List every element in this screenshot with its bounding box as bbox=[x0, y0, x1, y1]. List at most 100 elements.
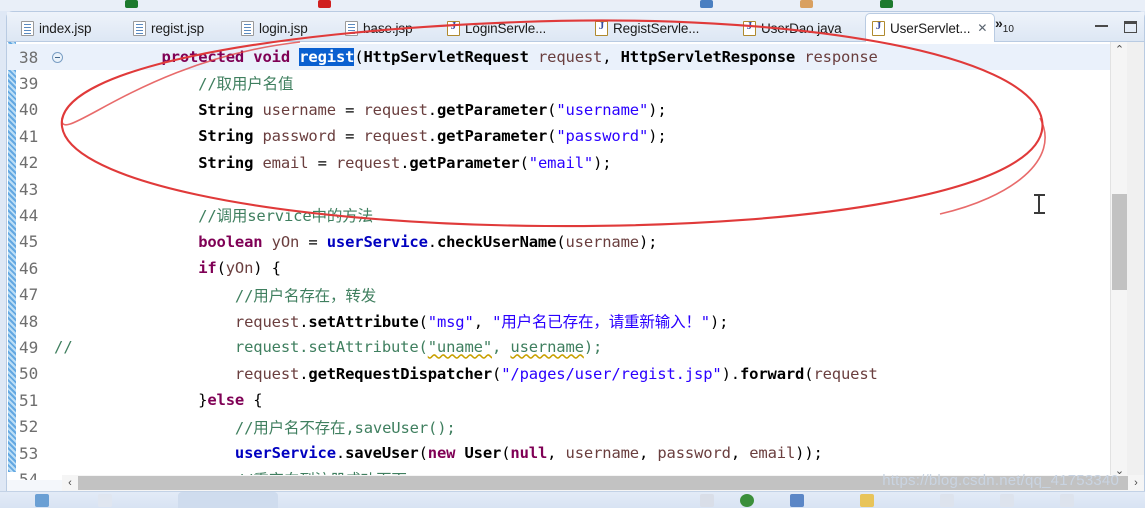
line-number: 46 bbox=[19, 258, 39, 278]
code-text: if(yOn) { bbox=[198, 259, 281, 278]
toolbar-icon[interactable] bbox=[880, 0, 893, 8]
minimize-icon[interactable] bbox=[1094, 21, 1109, 34]
tab-label: regist.jsp bbox=[151, 20, 205, 36]
chevron-double-right-icon: » bbox=[995, 15, 1003, 31]
line-number: 39 bbox=[19, 73, 39, 93]
code-editor[interactable]: 38 protected void regist(HttpServletRequ… bbox=[7, 42, 1144, 480]
code-line[interactable]: 39 //取用户名值 bbox=[7, 70, 1144, 96]
taskbar-icon[interactable] bbox=[860, 494, 874, 507]
scroll-left-icon[interactable]: ‹ bbox=[62, 475, 78, 491]
toolbar-icon[interactable] bbox=[125, 0, 138, 8]
tab-login-jsp[interactable]: login.jsp bbox=[235, 14, 315, 42]
tab-regist-jsp[interactable]: regist.jsp bbox=[127, 14, 211, 42]
taskbar-icon[interactable] bbox=[1000, 494, 1014, 507]
code-text: //用户名不存在,saveUser(); bbox=[88, 418, 456, 437]
line-number: 47 bbox=[19, 285, 39, 305]
tab-overflow-count: 10 bbox=[1002, 23, 1014, 35]
code-text: }else { bbox=[88, 391, 263, 410]
maximize-icon[interactable] bbox=[1123, 21, 1138, 34]
line-number: 54 bbox=[19, 469, 39, 480]
tab-label: UserDao.java bbox=[761, 20, 842, 36]
code-text: //取用户名值 bbox=[88, 75, 294, 94]
tab-label: index.jsp bbox=[39, 20, 92, 36]
tab-label: UserServlet... bbox=[890, 20, 971, 36]
code-text: String email = request.getParameter("ema… bbox=[198, 153, 612, 172]
line-number: 45 bbox=[19, 232, 39, 252]
mouse-cursor-ibeam bbox=[1034, 194, 1045, 216]
tab-label: base.jsp bbox=[363, 20, 413, 36]
screen: index.jsp regist.jsp login.jsp base.jsp … bbox=[0, 0, 1145, 508]
taskbar-icon[interactable] bbox=[1060, 494, 1074, 507]
taskbar-icon[interactable] bbox=[740, 494, 754, 507]
line-number: 50 bbox=[19, 364, 39, 384]
taskbar-icon[interactable] bbox=[940, 494, 954, 507]
taskbar-icon[interactable] bbox=[98, 494, 112, 507]
tab-overflow-chevron[interactable]: »10 bbox=[995, 16, 1014, 35]
code-text: protected void regist(HttpServletRequest… bbox=[161, 48, 878, 66]
taskbar-icon[interactable] bbox=[790, 494, 804, 507]
tab-base-jsp[interactable]: base.jsp bbox=[339, 14, 419, 42]
code-text: request.getRequestDispatcher("/pages/use… bbox=[234, 364, 878, 383]
jsp-file-icon bbox=[345, 20, 358, 36]
code-line[interactable]: 40 String username = request.getParamete… bbox=[7, 97, 1144, 123]
code-line[interactable]: 47 //用户名存在，转发 bbox=[7, 282, 1144, 308]
fold-collapse-icon[interactable] bbox=[52, 51, 63, 63]
scroll-up-icon[interactable]: ⌃ bbox=[1111, 42, 1128, 59]
taskbar-button[interactable] bbox=[178, 492, 278, 508]
code-text: boolean yOn = userService.checkUserName(… bbox=[198, 232, 658, 251]
code-line[interactable]: 42 String email = request.getParameter("… bbox=[7, 150, 1144, 176]
editor-tab-bar: index.jsp regist.jsp login.jsp base.jsp … bbox=[7, 12, 1144, 43]
java-file-icon bbox=[595, 20, 608, 36]
code-line[interactable]: 49 // request.setAttribute("uname", usern… bbox=[7, 334, 1144, 360]
jsp-file-icon bbox=[241, 20, 254, 36]
tab-login-servlet[interactable]: LoginServle... bbox=[441, 14, 553, 42]
code-text: String username = request.getParameter("… bbox=[198, 100, 667, 119]
line-number: 44 bbox=[19, 205, 39, 225]
toolbar-icon[interactable] bbox=[800, 0, 813, 8]
line-number: 40 bbox=[19, 100, 39, 120]
java-file-icon bbox=[872, 20, 885, 36]
line-number: 41 bbox=[19, 126, 39, 146]
line-number: 38 bbox=[19, 47, 39, 67]
close-icon[interactable]: ✕ bbox=[977, 22, 987, 34]
code-line[interactable]: 53 userService.saveUser(new User(null, u… bbox=[7, 440, 1144, 466]
code-line[interactable]: 46 if(yOn) { bbox=[7, 255, 1144, 281]
jsp-file-icon bbox=[21, 20, 34, 36]
comment-marker: // bbox=[54, 338, 73, 357]
code-text: //用户名存在，转发 bbox=[88, 286, 377, 305]
window-controls bbox=[1094, 21, 1138, 34]
tab-label: login.jsp bbox=[259, 20, 308, 36]
scroll-right-icon[interactable]: › bbox=[1128, 475, 1144, 491]
line-number: 49 bbox=[19, 337, 39, 357]
code-line[interactable]: 38 protected void regist(HttpServletRequ… bbox=[7, 44, 1144, 70]
vertical-scrollbar[interactable]: ⌃ ⌄ bbox=[1110, 42, 1127, 480]
tab-user-dao[interactable]: UserDao.java bbox=[737, 14, 849, 42]
java-file-icon bbox=[743, 20, 756, 36]
code-lines: 38 protected void regist(HttpServletRequ… bbox=[7, 42, 1144, 480]
jsp-file-icon bbox=[133, 20, 146, 36]
code-line[interactable]: 50 request.getRequestDispatcher("/pages/… bbox=[7, 361, 1144, 387]
tab-user-servlet[interactable]: UserServlet... ✕ bbox=[865, 13, 996, 43]
code-line[interactable]: 45 boolean yOn = userService.checkUserNa… bbox=[7, 229, 1144, 255]
line-number: 51 bbox=[19, 390, 39, 410]
code-line[interactable]: 43 bbox=[7, 176, 1144, 202]
code-line[interactable]: 44 //调用service中的方法 bbox=[7, 202, 1144, 228]
code-text: String password = request.getParameter("… bbox=[198, 127, 667, 146]
code-line[interactable]: 41 String password = request.getParamete… bbox=[7, 123, 1144, 149]
taskbar bbox=[0, 491, 1145, 508]
code-text: //调用service中的方法 bbox=[88, 207, 373, 226]
taskbar-icon[interactable] bbox=[35, 494, 49, 507]
code-line[interactable]: 52 //用户名不存在,saveUser(); bbox=[7, 414, 1144, 440]
toolbar-icon[interactable] bbox=[700, 0, 713, 8]
line-number: 53 bbox=[19, 443, 39, 463]
tab-regist-servlet[interactable]: RegistServle... bbox=[589, 14, 706, 42]
vertical-scroll-thumb[interactable] bbox=[1112, 194, 1127, 290]
toolbar-icon[interactable] bbox=[318, 0, 331, 8]
code-line[interactable]: 48 request.setAttribute("msg", "用户名已存在，请… bbox=[7, 308, 1144, 334]
tab-label: LoginServle... bbox=[465, 20, 547, 36]
taskbar-icon[interactable] bbox=[700, 494, 714, 507]
code-text: userService.saveUser(new User(null, user… bbox=[234, 444, 823, 462]
code-line[interactable]: 51 }else { bbox=[7, 387, 1144, 413]
tab-index-jsp[interactable]: index.jsp bbox=[15, 14, 98, 42]
watermark-text: https://blog.csdn.net/qq_41753340 bbox=[882, 472, 1119, 489]
